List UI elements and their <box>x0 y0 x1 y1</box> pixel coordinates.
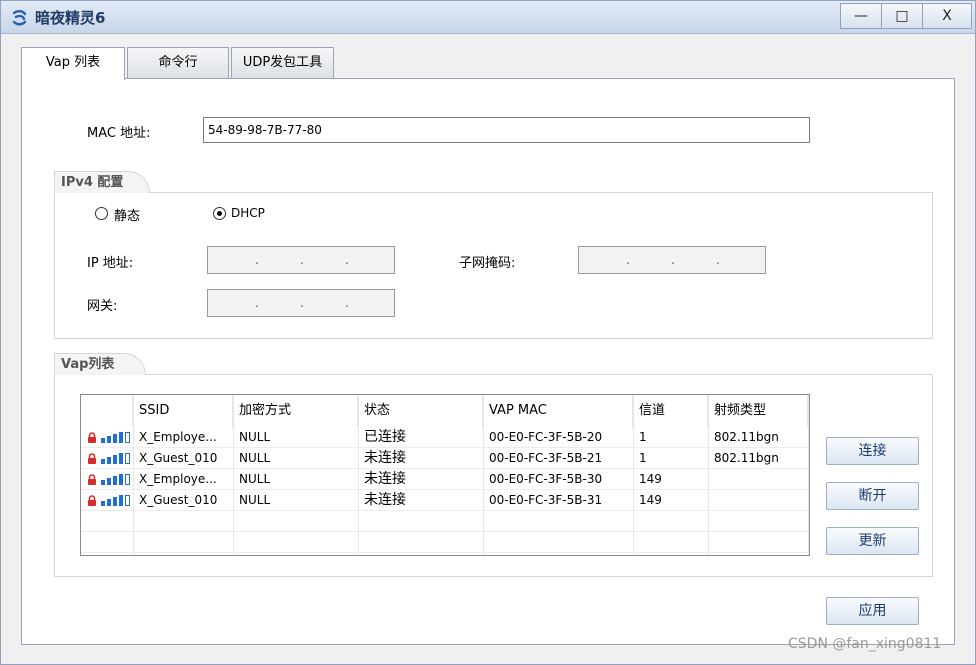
status-cell: 未连接 <box>364 450 406 466</box>
ip-separator: . <box>300 253 304 267</box>
tab-udp-tool[interactable]: UDP发包工具 <box>231 47 334 78</box>
gateway-label: 网关: <box>87 299 118 314</box>
vap-mac-cell: 00-E0-FC-3F-5B-30 <box>489 472 603 486</box>
ssid-cell: X_Employe... <box>139 430 217 444</box>
signal-bars-icon <box>101 432 130 443</box>
minimize-button[interactable]: — <box>840 3 882 29</box>
signal-bars-icon <box>101 474 130 485</box>
status-cell: 未连接 <box>364 492 406 508</box>
encryption-cell: NULL <box>239 472 271 486</box>
channel-cell: 1 <box>639 430 647 444</box>
table-row[interactable]: X_Guest_010 NULL 未连接 00-E0-FC-3F-5B-31 1… <box>81 490 809 511</box>
encryption-cell: NULL <box>239 451 271 465</box>
mac-label: MAC 地址: <box>87 126 151 141</box>
vap-mac-cell: 00-E0-FC-3F-5B-21 <box>489 451 603 465</box>
static-radio[interactable] <box>95 207 108 220</box>
ip-separator: . <box>626 253 630 267</box>
status-cell: 已连接 <box>364 429 406 445</box>
title-bar[interactable]: 暗夜精灵6 — □ X <box>1 1 975 34</box>
app-window: 暗夜精灵6 — □ X Vap 列表 命令行 UDP发包工具 MAC 地址: 5… <box>0 0 976 665</box>
app-logo-icon <box>12 10 27 26</box>
disconnect-button[interactable]: 断开 <box>826 482 919 510</box>
table-row[interactable]: X_Employe... NULL 未连接 00-E0-FC-3F-5B-30 … <box>81 469 809 490</box>
column-header-encryption[interactable]: 加密方式 <box>233 395 358 427</box>
tab-vap-list[interactable]: Vap 列表 <box>21 47 125 80</box>
vap-mac-cell: 00-E0-FC-3F-5B-31 <box>489 493 603 507</box>
channel-cell: 149 <box>639 493 662 507</box>
encryption-cell: NULL <box>239 430 271 444</box>
table-row[interactable]: X_Employe... NULL 已连接 00-E0-FC-3F-5B-20 … <box>81 427 809 448</box>
radio-type-cell <box>708 469 808 490</box>
table-row[interactable]: X_Guest_010 NULL 未连接 00-E0-FC-3F-5B-21 1… <box>81 448 809 469</box>
column-header-icon[interactable] <box>81 395 133 427</box>
radio-type-cell: 802.11bgn <box>714 430 779 444</box>
close-button[interactable]: X <box>922 3 972 29</box>
window-title: 暗夜精灵6 <box>35 9 106 27</box>
column-header-radio-type[interactable]: 射频类型 <box>708 395 808 427</box>
column-header-status[interactable]: 状态 <box>358 395 483 427</box>
ip-separator: . <box>255 253 259 267</box>
empty-row <box>81 532 809 553</box>
static-radio-label: 静态 <box>114 209 141 224</box>
column-header-channel[interactable]: 信道 <box>633 395 708 427</box>
signal-bars-icon <box>101 495 130 506</box>
ip-separator: . <box>345 253 349 267</box>
lock-icon <box>88 432 96 443</box>
radio-type-cell: 802.11bgn <box>714 451 779 465</box>
ipv4-group-title: IPv4 配置 <box>54 171 150 193</box>
ssid-cell: X_Guest_010 <box>139 493 218 507</box>
signal-bars-icon <box>101 453 130 464</box>
subnet-mask-input[interactable]: . . . <box>578 246 766 274</box>
ip-separator: . <box>671 253 675 267</box>
dhcp-radio[interactable] <box>213 207 226 220</box>
radio-type-cell <box>708 490 808 511</box>
maximize-button[interactable]: □ <box>881 3 923 29</box>
lock-icon <box>88 495 96 506</box>
connect-button[interactable]: 连接 <box>826 437 919 465</box>
tab-command-line[interactable]: 命令行 <box>127 47 229 78</box>
subnet-mask-label: 子网掩码: <box>459 256 516 271</box>
dhcp-radio-label: DHCP <box>231 206 265 220</box>
watermark-text: CSDN @fan_xing0811 <box>788 636 942 652</box>
lock-icon <box>88 453 96 464</box>
ip-separator: . <box>716 253 720 267</box>
ip-separator: . <box>255 296 259 310</box>
ssid-cell: X_Employe... <box>139 472 217 486</box>
channel-cell: 149 <box>639 472 662 486</box>
mac-address-input[interactable]: 54-89-98-7B-77-80 <box>203 117 810 143</box>
vap-mac-cell: 00-E0-FC-3F-5B-20 <box>489 430 603 444</box>
ip-separator: . <box>300 296 304 310</box>
ip-address-label: IP 地址: <box>87 256 134 271</box>
gateway-input[interactable]: . . . <box>207 289 395 317</box>
column-header-vap-mac[interactable]: VAP MAC <box>483 395 633 427</box>
apply-button[interactable]: 应用 <box>826 597 919 625</box>
lock-icon <box>88 474 96 485</box>
encryption-cell: NULL <box>239 493 271 507</box>
status-cell: 未连接 <box>364 471 406 487</box>
ip-address-input[interactable]: . . . <box>207 246 395 274</box>
vap-list-table[interactable]: SSID 加密方式 状态 VAP MAC 信道 射频类型 X_Employe..… <box>80 394 810 556</box>
refresh-button[interactable]: 更新 <box>826 527 919 555</box>
ip-separator: . <box>345 296 349 310</box>
empty-row <box>81 511 809 532</box>
column-header-ssid[interactable]: SSID <box>133 395 233 427</box>
channel-cell: 1 <box>639 451 647 465</box>
vap-group-title: Vap列表 <box>54 353 146 375</box>
ssid-cell: X_Guest_010 <box>139 451 218 465</box>
